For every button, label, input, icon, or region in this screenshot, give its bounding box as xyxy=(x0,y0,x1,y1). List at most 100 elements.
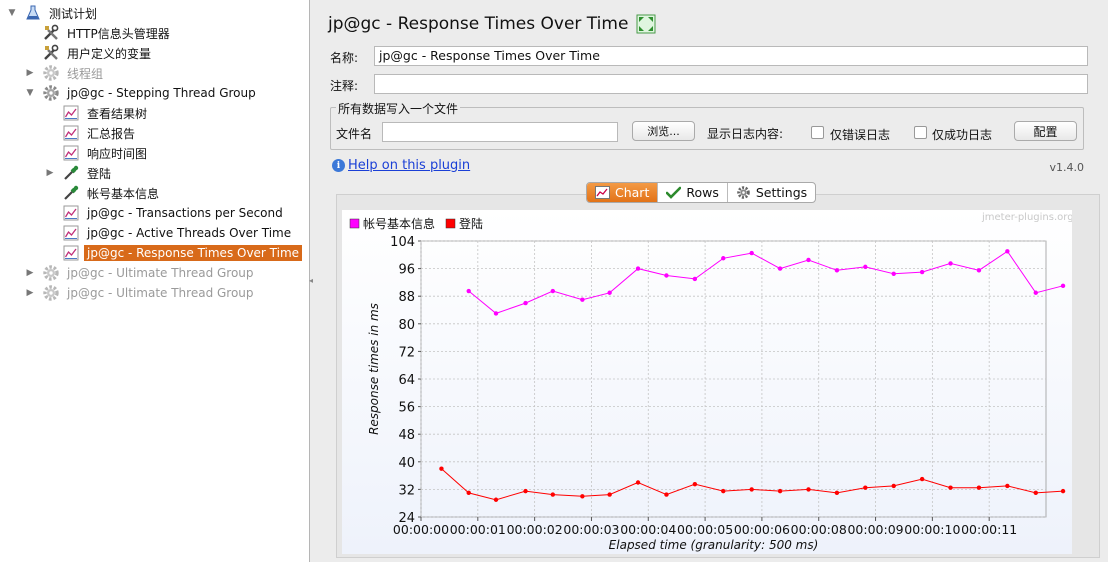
tree-item[interactable]: ▶ 线程组 xyxy=(24,63,106,83)
legend-label: 帐号基本信息 xyxy=(363,216,435,231)
data-point xyxy=(523,488,528,494)
chart-watermark: jmeter-plugins.org xyxy=(981,212,1072,223)
y-tick-label: 72 xyxy=(398,345,415,360)
data-point xyxy=(523,300,528,306)
data-point xyxy=(493,497,499,502)
tree-item[interactable]: ▶ jp@gc - Ultimate Thread Group xyxy=(24,283,257,303)
data-point xyxy=(466,288,471,294)
data-point xyxy=(806,487,811,492)
chart-icon xyxy=(62,204,80,222)
tree-item[interactable]: ▶ 登陆 xyxy=(44,163,114,183)
tree-item[interactable]: ▼ jp@gc - Stepping Thread Group xyxy=(24,83,259,103)
data-point xyxy=(891,271,896,276)
tree-item-label: 汇总报告 xyxy=(87,126,136,141)
help-link[interactable]: i Help on this plugin xyxy=(332,158,470,173)
tree-item[interactable]: 帐号基本信息 xyxy=(44,183,162,203)
tab-settings[interactable]: Settings xyxy=(728,183,815,202)
tree-item[interactable]: 用户定义的变量 xyxy=(24,43,154,63)
chart-icon xyxy=(62,124,80,142)
legend-swatch xyxy=(349,218,360,229)
tree-item-label: 登陆 xyxy=(87,166,112,181)
expand-toggle-icon[interactable]: ▶ xyxy=(24,268,36,278)
tree-item[interactable]: jp@gc - Response Times Over Time xyxy=(44,243,303,263)
tools-icon xyxy=(42,24,60,42)
pipette-icon xyxy=(62,184,80,202)
name-label: 名称: xyxy=(330,51,359,65)
x-tick-label: 00:00:08 xyxy=(791,522,847,537)
tree-item[interactable]: ▼ 测试计划 xyxy=(6,3,100,23)
expand-toggle-icon[interactable]: ▶ xyxy=(24,288,36,298)
data-point xyxy=(664,492,669,497)
data-point xyxy=(1033,490,1038,496)
tree-item[interactable]: 响应时间图 xyxy=(44,143,150,163)
tree-item[interactable]: HTTP信息头管理器 xyxy=(24,23,173,43)
tree-item-label: jp@gc - Response Times Over Time xyxy=(84,245,303,261)
tab-chart[interactable]: Chart xyxy=(587,183,659,202)
data-point xyxy=(439,466,444,471)
tree-item-label: jp@gc - Stepping Thread Group xyxy=(67,86,256,100)
legend-swatch xyxy=(445,218,456,229)
plugin-version: v1.4.0 xyxy=(1049,161,1085,174)
data-point xyxy=(1060,488,1066,494)
expand-toggle-icon[interactable]: ▼ xyxy=(6,8,18,18)
y-axis-label: Response times in ms xyxy=(367,303,381,435)
settings-gear-icon xyxy=(736,186,751,199)
view-tabs: Chart Rows Settings xyxy=(586,182,817,203)
tree-item[interactable]: 查看结果树 xyxy=(44,103,150,123)
data-point xyxy=(1060,283,1066,289)
tree-item[interactable]: jp@gc - Transactions per Second xyxy=(44,203,286,223)
listener-panel: jp@gc - Response Times Over Time 名称: jp@… xyxy=(318,0,1108,562)
data-point xyxy=(749,250,754,256)
data-point xyxy=(863,264,868,270)
expand-toggle-icon[interactable]: ▶ xyxy=(24,68,36,78)
filename-input[interactable] xyxy=(382,122,618,142)
y-tick-label: 48 xyxy=(398,428,415,443)
x-tick-label: 00:00:03 xyxy=(563,522,619,537)
test-plan-tree[interactable]: ▼ 测试计划 HTTP信息头管理器用户定义的变量 ▶ 线程组 ▼ jp@gc - Stepp… xyxy=(0,0,310,562)
data-point xyxy=(550,492,556,497)
data-point xyxy=(466,490,471,496)
x-tick-label: 00:00:04 xyxy=(620,522,676,537)
gear-icon xyxy=(42,84,60,102)
log-content-label: 显示日志内容: xyxy=(707,127,784,141)
configure-button[interactable]: 配置 xyxy=(1014,121,1077,141)
data-point xyxy=(1033,290,1038,295)
chart-tab-icon xyxy=(595,186,610,199)
expand-toggle-icon[interactable]: ▶ xyxy=(44,168,56,178)
chart-icon xyxy=(62,224,80,242)
tab-settings-label: Settings xyxy=(755,185,808,200)
comment-field[interactable] xyxy=(374,74,1088,94)
data-point xyxy=(863,485,868,490)
success-only-label: 仅成功日志 xyxy=(932,128,993,142)
chart-icon xyxy=(62,244,80,262)
data-point xyxy=(891,483,896,489)
tree-item-label: jp@gc - Ultimate Thread Group xyxy=(67,286,254,300)
response-times-chart: jmeter-plugins.org帐号基本信息 登陆24324048566472… xyxy=(349,212,1072,552)
success-only-checkbox[interactable] xyxy=(914,126,927,139)
browse-button[interactable]: 浏览... xyxy=(632,121,695,141)
splitter-handle[interactable]: ◂ xyxy=(309,276,316,286)
series-line-1 xyxy=(468,250,1064,314)
y-tick-label: 96 xyxy=(398,263,415,278)
tree-item[interactable]: ▶ jp@gc - Ultimate Thread Group xyxy=(24,263,257,283)
data-point xyxy=(834,268,840,273)
name-field[interactable]: jp@gc - Response Times Over Time xyxy=(374,46,1088,66)
info-icon: i xyxy=(332,159,345,172)
data-point xyxy=(550,288,556,294)
flask-icon xyxy=(24,4,42,22)
data-point xyxy=(580,297,585,302)
tree-item-label: 用户定义的变量 xyxy=(67,46,152,61)
tab-rows[interactable]: Rows xyxy=(658,183,728,202)
data-point xyxy=(948,485,953,490)
chart-plot-panel[interactable]: jmeter-plugins.org 帐号基本信息 登陆 24 32 40 48 56 64 72… xyxy=(342,210,1072,554)
tree-item[interactable]: jp@gc - Active Threads Over Time xyxy=(44,223,294,243)
tree-item-label: jp@gc - Ultimate Thread Group xyxy=(67,266,254,280)
tree-item[interactable]: 汇总报告 xyxy=(44,123,138,143)
errors-only-checkbox[interactable] xyxy=(811,126,824,139)
expand-icon[interactable] xyxy=(636,14,656,34)
data-point xyxy=(664,273,669,278)
x-tick-label: 00:00:09 xyxy=(847,522,903,537)
y-tick-label: 32 xyxy=(398,483,415,498)
help-link-text[interactable]: Help on this plugin xyxy=(348,158,470,173)
expand-toggle-icon[interactable]: ▼ xyxy=(24,88,36,98)
